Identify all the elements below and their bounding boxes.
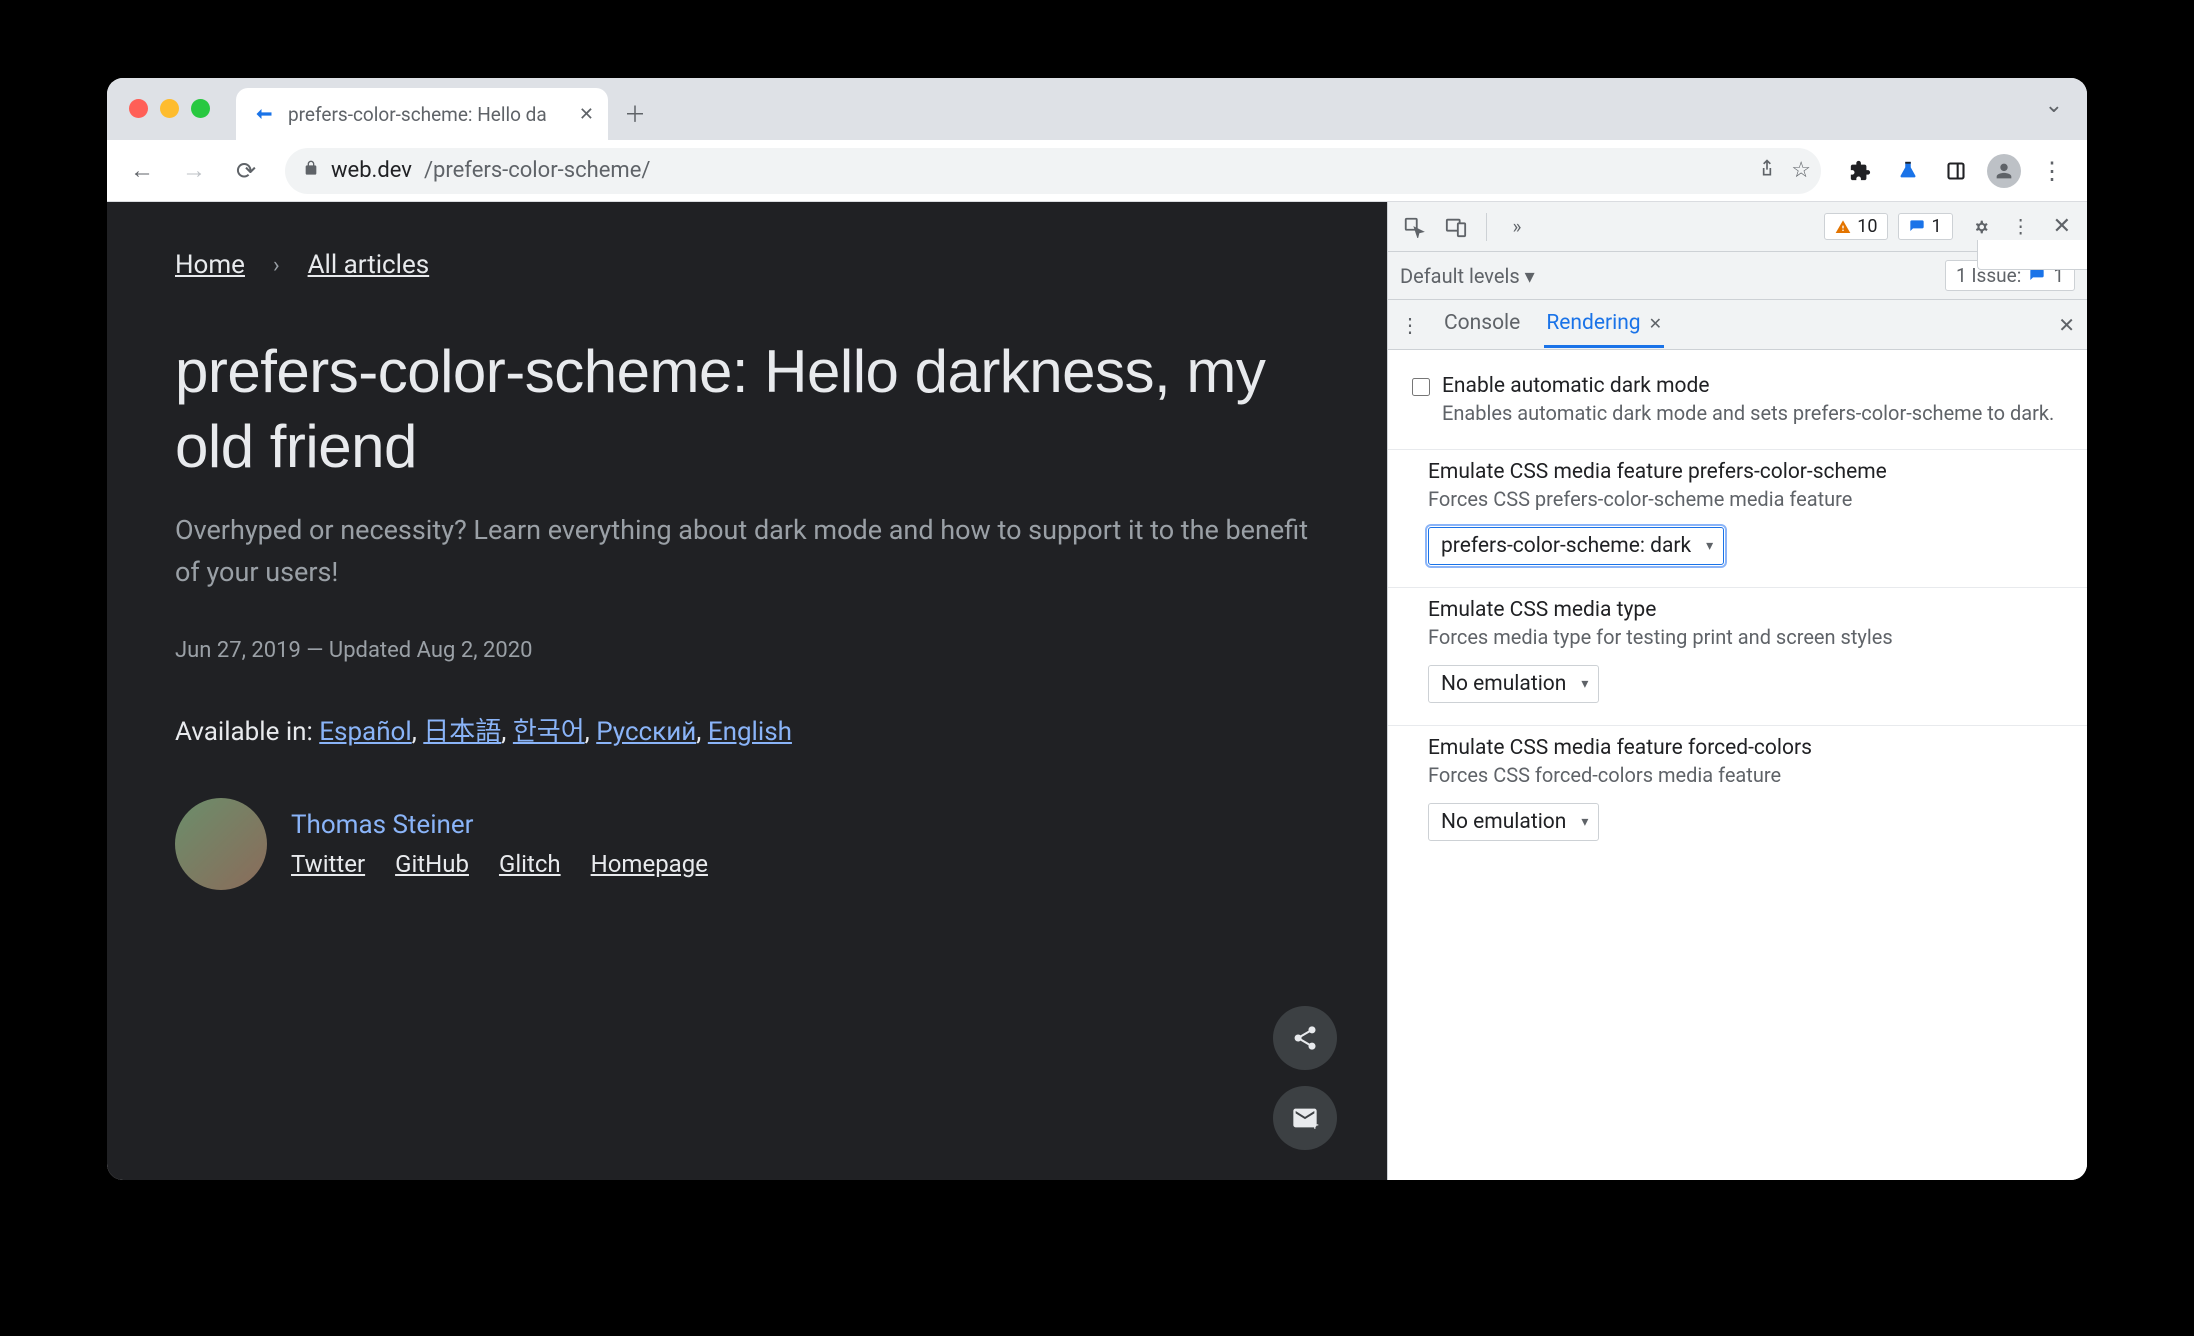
lock-icon: [303, 159, 319, 182]
breadcrumb-all-articles[interactable]: All articles: [308, 250, 430, 280]
auto-dark-desc: Enables automatic dark mode and sets pre…: [1442, 400, 2054, 427]
filter-input-fragment[interactable]: [1977, 240, 2087, 270]
device-toggle-icon[interactable]: [1440, 211, 1472, 243]
back-button[interactable]: ←: [121, 150, 163, 192]
auto-dark-checkbox[interactable]: [1412, 378, 1430, 396]
log-levels-dropdown[interactable]: Default levels ▾: [1400, 264, 1535, 288]
browser-tab[interactable]: prefers-color-scheme: Hello da ✕: [236, 88, 608, 140]
extensions-area: ⋮: [1839, 150, 2073, 192]
more-panels-icon[interactable]: »: [1501, 211, 1533, 243]
breadcrumb: Home › All articles: [175, 250, 1319, 280]
lang-link-ja[interactable]: 日本語: [423, 717, 501, 747]
lang-link-ko[interactable]: 한국어: [513, 717, 585, 747]
window-controls: [129, 99, 210, 118]
close-devtools-button[interactable]: ✕: [2047, 214, 2077, 239]
author-link-github[interactable]: GitHub: [395, 850, 469, 878]
web-page: Home › All articles prefers-color-scheme…: [107, 202, 1387, 1180]
close-drawer-button[interactable]: ✕: [2058, 313, 2075, 337]
lang-link-en[interactable]: English: [708, 717, 792, 747]
browser-window: prefers-color-scheme: Hello da ✕ ＋ ⌄ ← →…: [107, 78, 2087, 1180]
panel-icon[interactable]: [1935, 150, 1977, 192]
console-filter-bar: Default levels ▾ 1 Issue: 1: [1388, 252, 2087, 300]
new-tab-button[interactable]: ＋: [622, 100, 648, 126]
close-tab-button[interactable]: ✕: [579, 104, 594, 125]
share-icon[interactable]: [1757, 158, 1777, 184]
tab-title: prefers-color-scheme: Hello da: [288, 103, 547, 126]
option-auto-dark: Enable automatic dark mode Enables autom…: [1388, 364, 2087, 450]
author-link-glitch[interactable]: Glitch: [499, 850, 561, 878]
chevron-right-icon: ›: [273, 253, 280, 278]
option-media-type: Emulate CSS media type Forces media type…: [1388, 588, 2087, 726]
subscribe-fab[interactable]: +: [1273, 1086, 1337, 1150]
address-bar[interactable]: web.dev/prefers-color-scheme/ ☆: [285, 148, 1821, 194]
close-tab-x-icon[interactable]: ✕: [1649, 314, 1662, 333]
settings-gear-icon[interactable]: [1963, 211, 1995, 243]
languages-list: Available in: Español, 日本語, 한국어, Русский…: [175, 711, 1319, 748]
maximize-window-button[interactable]: [191, 99, 210, 118]
reload-button[interactable]: ⟳: [225, 150, 267, 192]
author-name[interactable]: Thomas Steiner: [291, 810, 708, 840]
languages-label: Available in:: [175, 717, 319, 747]
devtools-menu-icon[interactable]: ⋮: [2005, 211, 2037, 243]
svg-text:+: +: [1311, 1118, 1319, 1132]
devtools-drawer-tabs: ⋮ Console Rendering✕ ✕: [1388, 300, 2087, 350]
extensions-button[interactable]: [1839, 150, 1881, 192]
pcs-select[interactable]: prefers-color-scheme: dark: [1428, 527, 1724, 565]
forced-title: Emulate CSS media feature forced-colors: [1428, 736, 2057, 760]
rendering-panel-body: Enable automatic dark mode Enables autom…: [1388, 350, 2087, 1180]
tabs-dropdown-button[interactable]: ⌄: [2035, 89, 2073, 122]
floating-actions: +: [1273, 1006, 1337, 1150]
devtools-panel: » 10 1 ⋮ ✕ Default levels ▾: [1387, 202, 2087, 1180]
share-fab[interactable]: [1273, 1006, 1337, 1070]
lang-link-ru[interactable]: Русский: [596, 717, 696, 747]
lang-link-es[interactable]: Español: [319, 717, 411, 747]
inspect-element-icon[interactable]: [1398, 211, 1430, 243]
console-tab[interactable]: Console: [1442, 301, 1522, 348]
warnings-count: 10: [1857, 216, 1877, 237]
url-domain: web.dev: [331, 158, 412, 183]
forward-button[interactable]: →: [173, 150, 215, 192]
author-block: Thomas Steiner Twitter GitHub Glitch Hom…: [175, 798, 1319, 890]
forced-select[interactable]: No emulation: [1428, 803, 1599, 841]
browser-toolbar: ← → ⟳ web.dev/prefers-color-scheme/ ☆: [107, 140, 2087, 202]
pcs-desc: Forces CSS prefers-color-scheme media fe…: [1428, 486, 2057, 513]
page-dates: Jun 27, 2019 — Updated Aug 2, 2020: [175, 638, 1319, 663]
option-forced-colors: Emulate CSS media feature forced-colors …: [1388, 726, 2087, 863]
breadcrumb-home[interactable]: Home: [175, 250, 245, 280]
auto-dark-title: Enable automatic dark mode: [1442, 374, 2054, 398]
author-link-twitter[interactable]: Twitter: [291, 850, 365, 878]
tab-favicon: [252, 102, 276, 126]
page-subtitle: Overhyped or necessity? Learn everything…: [175, 510, 1319, 594]
labs-icon[interactable]: [1887, 150, 1929, 192]
author-links: Twitter GitHub Glitch Homepage: [291, 850, 708, 878]
rendering-tab[interactable]: Rendering✕: [1544, 301, 1664, 348]
bookmark-star-icon[interactable]: ☆: [1791, 158, 1811, 183]
forced-desc: Forces CSS forced-colors media feature: [1428, 762, 2057, 789]
page-title: prefers-color-scheme: Hello darkness, my…: [175, 334, 1319, 484]
option-prefers-color-scheme: Emulate CSS media feature prefers-color-…: [1388, 450, 2087, 588]
drawer-more-icon[interactable]: ⋮: [1400, 313, 1420, 337]
issues-badge-count: 1: [1931, 216, 1941, 237]
pcs-title: Emulate CSS media feature prefers-color-…: [1428, 460, 2057, 484]
warnings-badge[interactable]: 10: [1824, 213, 1888, 240]
url-path: /prefers-color-scheme/: [424, 158, 650, 183]
tab-bar: prefers-color-scheme: Hello da ✕ ＋ ⌄: [107, 78, 2087, 140]
author-avatar[interactable]: [175, 798, 267, 890]
author-link-homepage[interactable]: Homepage: [591, 850, 708, 878]
close-window-button[interactable]: [129, 99, 148, 118]
issues-badge[interactable]: 1: [1898, 213, 1952, 240]
profile-button[interactable]: [1983, 150, 2025, 192]
mediatype-select[interactable]: No emulation: [1428, 665, 1599, 703]
chrome-menu-button[interactable]: ⋮: [2031, 150, 2073, 192]
mediatype-desc: Forces media type for testing print and …: [1428, 624, 2057, 651]
minimize-window-button[interactable]: [160, 99, 179, 118]
content-area: Home › All articles prefers-color-scheme…: [107, 202, 2087, 1180]
mediatype-title: Emulate CSS media type: [1428, 598, 2057, 622]
